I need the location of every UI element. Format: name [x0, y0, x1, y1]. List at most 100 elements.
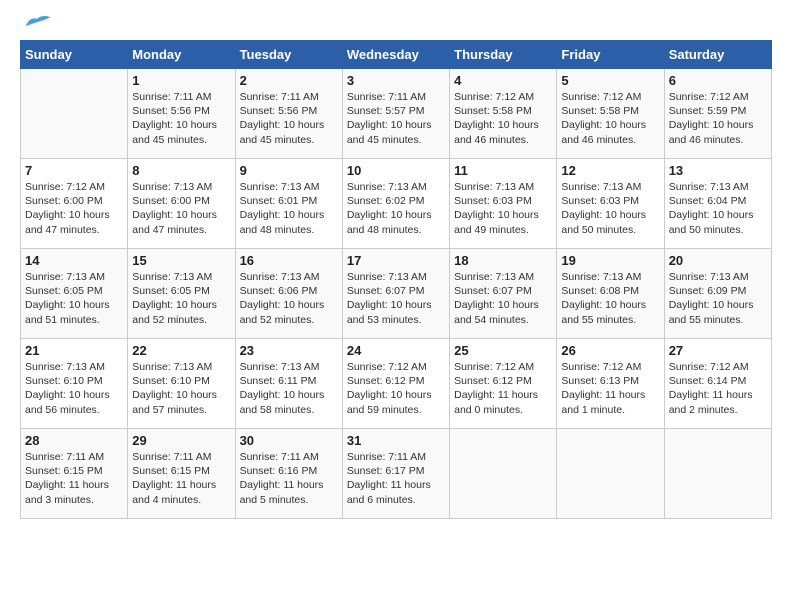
- calendar-cell: 22 Sunrise: 7:13 AM Sunset: 6:10 PM Dayli…: [128, 339, 235, 429]
- column-header-tuesday: Tuesday: [235, 41, 342, 69]
- calendar-week-row: 21 Sunrise: 7:13 AM Sunset: 6:10 PM Dayli…: [21, 339, 772, 429]
- column-header-sunday: Sunday: [21, 41, 128, 69]
- day-number: 16: [240, 253, 338, 268]
- day-info: Sunrise: 7:11 AM Sunset: 6:17 PM Dayligh…: [347, 450, 445, 507]
- calendar-cell: 7 Sunrise: 7:12 AM Sunset: 6:00 PM Daylig…: [21, 159, 128, 249]
- calendar-cell: 5Sunrise: 7:12 AM Sunset: 5:58 PM Daylig…: [557, 69, 664, 159]
- day-number: 31: [347, 433, 445, 448]
- day-number: 4: [454, 73, 552, 88]
- day-number: 14: [25, 253, 123, 268]
- calendar-cell: 23 Sunrise: 7:13 AM Sunset: 6:11 PM Dayli…: [235, 339, 342, 429]
- calendar-cell: 4 Sunrise: 7:12 AM Sunset: 5:58 PM Daylig…: [450, 69, 557, 159]
- calendar-cell: 3 Sunrise: 7:11 AM Sunset: 5:57 PM Daylig…: [342, 69, 449, 159]
- day-info: Sunrise: 7:13 AM Sunset: 6:08 PM Dayligh…: [561, 270, 659, 327]
- day-info: Sunrise: 7:11 AM Sunset: 5:56 PM Dayligh…: [132, 90, 230, 147]
- calendar-cell: 18 Sunrise: 7:13 AM Sunset: 6:07 PM Dayli…: [450, 249, 557, 339]
- day-number: 11: [454, 163, 552, 178]
- day-number: 21: [25, 343, 123, 358]
- day-info: Sunrise: 7:13 AM Sunset: 6:04 PM Dayligh…: [669, 180, 767, 237]
- day-number: 24: [347, 343, 445, 358]
- day-info: Sunrise: 7:13 AM Sunset: 6:03 PM Dayligh…: [454, 180, 552, 237]
- calendar-week-row: 1 Sunrise: 7:11 AM Sunset: 5:56 PM Daylig…: [21, 69, 772, 159]
- day-number: 18: [454, 253, 552, 268]
- day-info: Sunrise: 7:13 AM Sunset: 6:10 PM Dayligh…: [25, 360, 123, 417]
- column-header-wednesday: Wednesday: [342, 41, 449, 69]
- day-info: Sunrise: 7:11 AM Sunset: 6:15 PM Dayligh…: [132, 450, 230, 507]
- logo-bird-icon: [22, 12, 52, 30]
- calendar-cell: [21, 69, 128, 159]
- day-info: Sunrise: 7:13 AM Sunset: 6:07 PM Dayligh…: [454, 270, 552, 327]
- calendar-table: SundayMondayTuesdayWednesdayThursdayFrid…: [20, 40, 772, 519]
- page-header: [20, 20, 772, 30]
- day-info: Sunrise: 7:13 AM Sunset: 6:11 PM Dayligh…: [240, 360, 338, 417]
- day-number: 15: [132, 253, 230, 268]
- day-info: Sunrise: 7:13 AM Sunset: 6:06 PM Dayligh…: [240, 270, 338, 327]
- calendar-cell: 27 Sunrise: 7:12 AM Sunset: 6:14 PM Dayli…: [664, 339, 771, 429]
- day-number: 27: [669, 343, 767, 358]
- logo: [20, 20, 52, 30]
- calendar-cell: 28Sunrise: 7:11 AM Sunset: 6:15 PM Dayli…: [21, 429, 128, 519]
- calendar-cell: [664, 429, 771, 519]
- calendar-cell: 19 Sunrise: 7:13 AM Sunset: 6:08 PM Dayli…: [557, 249, 664, 339]
- day-number: 19: [561, 253, 659, 268]
- calendar-cell: 12Sunrise: 7:13 AM Sunset: 6:03 PM Dayli…: [557, 159, 664, 249]
- day-number: 7: [25, 163, 123, 178]
- day-info: Sunrise: 7:13 AM Sunset: 6:01 PM Dayligh…: [240, 180, 338, 237]
- column-header-thursday: Thursday: [450, 41, 557, 69]
- day-number: 1: [132, 73, 230, 88]
- calendar-cell: 10 Sunrise: 7:13 AM Sunset: 6:02 PM Dayli…: [342, 159, 449, 249]
- day-info: Sunrise: 7:12 AM Sunset: 6:12 PM Dayligh…: [454, 360, 552, 417]
- column-header-saturday: Saturday: [664, 41, 771, 69]
- calendar-cell: 17Sunrise: 7:13 AM Sunset: 6:07 PM Dayli…: [342, 249, 449, 339]
- day-info: Sunrise: 7:11 AM Sunset: 5:57 PM Dayligh…: [347, 90, 445, 147]
- day-number: 2: [240, 73, 338, 88]
- day-info: Sunrise: 7:12 AM Sunset: 6:13 PM Dayligh…: [561, 360, 659, 417]
- day-info: Sunrise: 7:13 AM Sunset: 6:05 PM Dayligh…: [132, 270, 230, 327]
- day-number: 5: [561, 73, 659, 88]
- calendar-cell: 1 Sunrise: 7:11 AM Sunset: 5:56 PM Daylig…: [128, 69, 235, 159]
- calendar-cell: 14 Sunrise: 7:13 AM Sunset: 6:05 PM Dayli…: [21, 249, 128, 339]
- day-number: 6: [669, 73, 767, 88]
- calendar-week-row: 7 Sunrise: 7:12 AM Sunset: 6:00 PM Daylig…: [21, 159, 772, 249]
- calendar-cell: 15 Sunrise: 7:13 AM Sunset: 6:05 PM Dayli…: [128, 249, 235, 339]
- calendar-cell: 11 Sunrise: 7:13 AM Sunset: 6:03 PM Dayli…: [450, 159, 557, 249]
- day-number: 30: [240, 433, 338, 448]
- calendar-cell: 21 Sunrise: 7:13 AM Sunset: 6:10 PM Dayli…: [21, 339, 128, 429]
- day-number: 3: [347, 73, 445, 88]
- day-info: Sunrise: 7:12 AM Sunset: 5:58 PM Dayligh…: [454, 90, 552, 147]
- day-info: Sunrise: 7:13 AM Sunset: 6:10 PM Dayligh…: [132, 360, 230, 417]
- day-info: Sunrise: 7:13 AM Sunset: 6:02 PM Dayligh…: [347, 180, 445, 237]
- day-number: 26: [561, 343, 659, 358]
- day-number: 9: [240, 163, 338, 178]
- calendar-cell: [450, 429, 557, 519]
- day-info: Sunrise: 7:12 AM Sunset: 6:00 PM Dayligh…: [25, 180, 123, 237]
- calendar-cell: 9 Sunrise: 7:13 AM Sunset: 6:01 PM Daylig…: [235, 159, 342, 249]
- day-info: Sunrise: 7:13 AM Sunset: 6:05 PM Dayligh…: [25, 270, 123, 327]
- column-header-monday: Monday: [128, 41, 235, 69]
- day-info: Sunrise: 7:11 AM Sunset: 6:16 PM Dayligh…: [240, 450, 338, 507]
- calendar-cell: 30 Sunrise: 7:11 AM Sunset: 6:16 PM Dayli…: [235, 429, 342, 519]
- calendar-cell: [557, 429, 664, 519]
- calendar-header-row: SundayMondayTuesdayWednesdayThursdayFrid…: [21, 41, 772, 69]
- day-number: 13: [669, 163, 767, 178]
- day-number: 22: [132, 343, 230, 358]
- calendar-week-row: 28 Sunrise: 7:11 AM Sunset: 6:15 PM Dayli…: [21, 429, 772, 519]
- day-number: 10: [347, 163, 445, 178]
- day-number: 8: [132, 163, 230, 178]
- day-number: 23: [240, 343, 338, 358]
- calendar-cell: 8 Sunrise: 7:13 AM Sunset: 6:00 PM Daylig…: [128, 159, 235, 249]
- calendar-cell: 20Sunrise: 7:13 AM Sunset: 6:09 PM Dayli…: [664, 249, 771, 339]
- day-info: Sunrise: 7:13 AM Sunset: 6:07 PM Dayligh…: [347, 270, 445, 327]
- calendar-cell: 16 Sunrise: 7:13 AM Sunset: 6:06 PM Dayli…: [235, 249, 342, 339]
- day-info: Sunrise: 7:13 AM Sunset: 6:00 PM Dayligh…: [132, 180, 230, 237]
- calendar-cell: 26 Sunrise: 7:12 AM Sunset: 6:13 PM Dayli…: [557, 339, 664, 429]
- day-number: 20: [669, 253, 767, 268]
- day-number: 28: [25, 433, 123, 448]
- day-number: 29: [132, 433, 230, 448]
- day-info: Sunrise: 7:12 AM Sunset: 6:14 PM Dayligh…: [669, 360, 767, 417]
- day-number: 25: [454, 343, 552, 358]
- calendar-cell: 13 Sunrise: 7:13 AM Sunset: 6:04 PM Dayli…: [664, 159, 771, 249]
- calendar-cell: 25 Sunrise: 7:12 AM Sunset: 6:12 PM Dayli…: [450, 339, 557, 429]
- day-number: 12: [561, 163, 659, 178]
- column-header-friday: Friday: [557, 41, 664, 69]
